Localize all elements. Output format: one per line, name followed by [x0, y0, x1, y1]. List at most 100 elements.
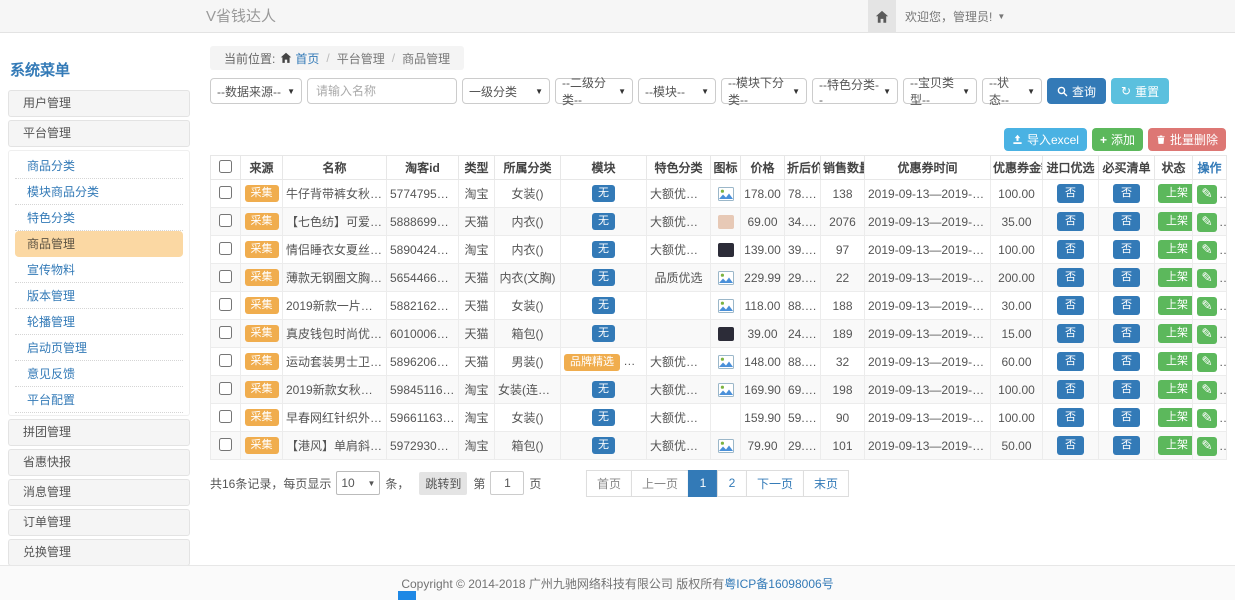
- sidebar-item-用户管理[interactable]: 用户管理: [8, 90, 190, 117]
- row-checkbox[interactable]: [219, 214, 232, 227]
- row-checkbox[interactable]: [219, 186, 232, 199]
- jump-to-button[interactable]: 跳转到: [419, 472, 467, 495]
- pagination-page-1[interactable]: 1: [688, 470, 718, 497]
- user-menu[interactable]: 欢迎您，管理员! ▼: [905, 0, 1005, 33]
- sidebar-item-商品分类[interactable]: 商品分类: [15, 153, 183, 179]
- add-button[interactable]: + 添加: [1092, 128, 1143, 151]
- select-all-checkbox[interactable]: [219, 160, 232, 173]
- import-optimal-toggle[interactable]: 否: [1057, 408, 1084, 426]
- status-button[interactable]: 上架: [1158, 212, 1193, 230]
- per-page-select[interactable]: 10 ▼: [336, 471, 380, 495]
- must-buy-toggle[interactable]: 否: [1113, 324, 1140, 342]
- sidebar-item-轮播管理[interactable]: 轮播管理: [15, 309, 183, 335]
- import-optimal-toggle[interactable]: 否: [1057, 324, 1084, 342]
- product-name-cell: 真皮钱包时尚优雅女士...: [283, 320, 387, 348]
- edit-button[interactable]: ✎: [1197, 213, 1217, 232]
- import-optimal-toggle[interactable]: 否: [1057, 212, 1084, 230]
- sidebar-item-兑换管理[interactable]: 兑换管理: [8, 539, 190, 565]
- page-number-input[interactable]: [490, 471, 524, 495]
- import-excel-button[interactable]: 导入excel: [1004, 128, 1087, 151]
- pagination-prev[interactable]: 上一页: [631, 470, 689, 497]
- sidebar-item-版本管理[interactable]: 版本管理: [15, 283, 183, 309]
- sidebar-item-模块商品分类[interactable]: 模块商品分类: [15, 179, 183, 205]
- must-buy-toggle[interactable]: 否: [1113, 380, 1140, 398]
- search-name-input[interactable]: [307, 78, 457, 104]
- row-checkbox[interactable]: [219, 242, 232, 255]
- filter-select-数据来源[interactable]: --数据来源--▼: [210, 78, 302, 104]
- filter-select-二级分类[interactable]: --二级分类--▼: [555, 78, 633, 104]
- import-optimal-toggle[interactable]: 否: [1057, 240, 1084, 258]
- filter-select-状态[interactable]: --状态--▼: [982, 78, 1042, 104]
- must-buy-toggle[interactable]: 否: [1113, 408, 1140, 426]
- filter-select-宝贝类型[interactable]: --宝贝类型--▼: [903, 78, 977, 104]
- edit-button[interactable]: ✎: [1197, 325, 1217, 344]
- import-optimal-toggle[interactable]: 否: [1057, 296, 1084, 314]
- import-optimal-toggle[interactable]: 否: [1057, 352, 1084, 370]
- status-button[interactable]: 上架: [1158, 324, 1193, 342]
- edit-button[interactable]: ✎: [1197, 269, 1217, 288]
- filter-select-模块下分类[interactable]: --模块下分类--▼: [721, 78, 807, 104]
- import-optimal-toggle[interactable]: 否: [1057, 268, 1084, 286]
- import-optimal-toggle[interactable]: 否: [1057, 436, 1084, 454]
- row-checkbox[interactable]: [219, 438, 232, 451]
- import-optimal-toggle[interactable]: 否: [1057, 380, 1084, 398]
- row-checkbox[interactable]: [219, 354, 232, 367]
- query-button[interactable]: 查询: [1047, 78, 1106, 104]
- sidebar-item-意见反馈[interactable]: 意见反馈: [15, 361, 183, 387]
- pagination-last[interactable]: 末页: [803, 470, 849, 497]
- pagination-page-2[interactable]: 2: [717, 470, 747, 497]
- edit-button[interactable]: ✎: [1197, 381, 1217, 400]
- coupon-amount-cell: 60.00: [991, 348, 1043, 376]
- must-buy-toggle[interactable]: 否: [1113, 184, 1140, 202]
- row-checkbox[interactable]: [219, 270, 232, 283]
- status-button[interactable]: 上架: [1158, 184, 1193, 202]
- pagination-next[interactable]: 下一页: [746, 470, 804, 497]
- edit-button[interactable]: ✎: [1197, 353, 1217, 372]
- sidebar-item-特色分类[interactable]: 特色分类: [15, 205, 183, 231]
- filter-select-模块[interactable]: --模块--▼: [638, 78, 716, 104]
- sidebar-item-平台管理[interactable]: 平台管理: [8, 120, 190, 147]
- row-checkbox[interactable]: [219, 298, 232, 311]
- status-button[interactable]: 上架: [1158, 296, 1193, 314]
- edit-button[interactable]: ✎: [1197, 241, 1217, 260]
- edit-button[interactable]: ✎: [1197, 185, 1217, 204]
- navbar-home-button[interactable]: [868, 0, 896, 33]
- must-buy-toggle[interactable]: 否: [1113, 296, 1140, 314]
- pagination-first[interactable]: 首页: [586, 470, 632, 497]
- breadcrumb-item-platform[interactable]: 平台管理: [337, 50, 385, 67]
- batch-delete-button[interactable]: 批量删除: [1148, 128, 1226, 151]
- sidebar-item-拼团管理[interactable]: 拼团管理: [8, 419, 190, 446]
- sidebar-item-宣传物料[interactable]: 宣传物料: [15, 257, 183, 283]
- filter-select-特色分类[interactable]: --特色分类--▼: [812, 78, 898, 104]
- must-buy-toggle[interactable]: 否: [1113, 240, 1140, 258]
- status-button[interactable]: 上架: [1158, 240, 1193, 258]
- breadcrumb-home-link[interactable]: 首页: [280, 50, 319, 67]
- column-header-进口优选: 进口优选: [1043, 156, 1099, 180]
- row-checkbox[interactable]: [219, 410, 232, 423]
- sidebar-item-商品管理[interactable]: 商品管理: [15, 231, 183, 257]
- edit-button[interactable]: ✎: [1197, 437, 1217, 456]
- sidebar-item-消息管理[interactable]: 消息管理: [8, 479, 190, 506]
- status-button[interactable]: 上架: [1158, 436, 1193, 454]
- breadcrumb-item-goods[interactable]: 商品管理: [402, 50, 450, 67]
- must-buy-toggle[interactable]: 否: [1113, 352, 1140, 370]
- sidebar-item-订单管理[interactable]: 订单管理: [8, 509, 190, 536]
- status-button[interactable]: 上架: [1158, 408, 1193, 426]
- row-checkbox[interactable]: [219, 326, 232, 339]
- row-checkbox[interactable]: [219, 382, 232, 395]
- sidebar-item-平台配置[interactable]: 平台配置: [15, 387, 183, 413]
- filter-select-一级分类[interactable]: 一级分类▼: [462, 78, 550, 104]
- sidebar-item-启动页管理[interactable]: 启动页管理: [15, 335, 183, 361]
- sidebar-item-省惠快报[interactable]: 省惠快报: [8, 449, 190, 476]
- status-button[interactable]: 上架: [1158, 268, 1193, 286]
- status-button[interactable]: 上架: [1158, 380, 1193, 398]
- must-buy-toggle[interactable]: 否: [1113, 212, 1140, 230]
- icp-link[interactable]: 粤ICP备16098006号: [724, 575, 833, 592]
- import-optimal-toggle[interactable]: 否: [1057, 184, 1084, 202]
- must-buy-toggle[interactable]: 否: [1113, 436, 1140, 454]
- status-button[interactable]: 上架: [1158, 352, 1193, 370]
- must-buy-toggle[interactable]: 否: [1113, 268, 1140, 286]
- edit-button[interactable]: ✎: [1197, 409, 1217, 428]
- reset-button[interactable]: ↻重置: [1111, 78, 1169, 104]
- edit-button[interactable]: ✎: [1197, 297, 1217, 316]
